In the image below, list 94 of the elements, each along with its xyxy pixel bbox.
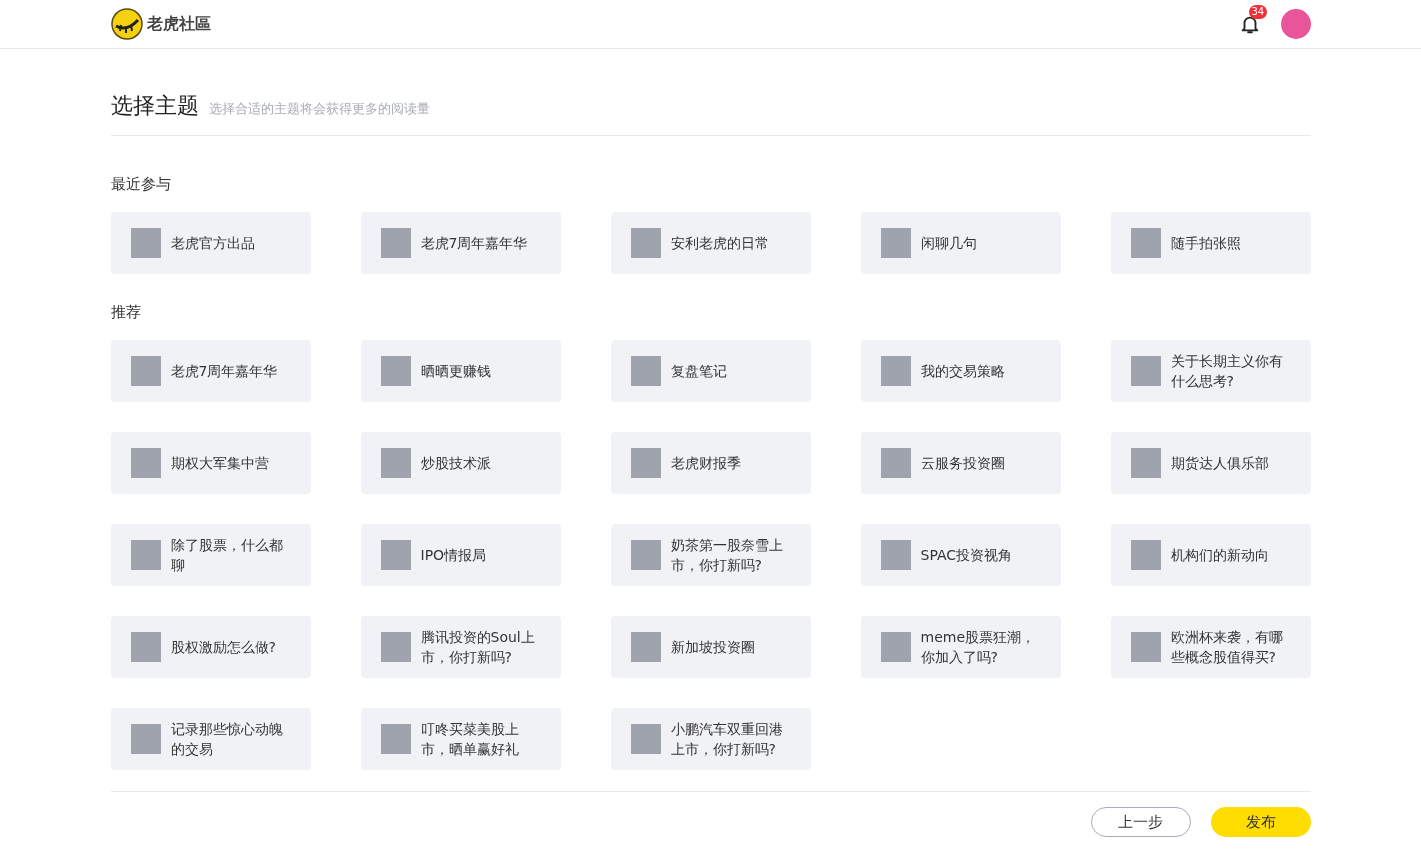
- topic-card[interactable]: 老虎7周年嘉年华: [360, 212, 561, 274]
- photo-placeholder: [380, 540, 411, 570]
- topic-name: 关于长期主义你有什么思考?: [1170, 352, 1284, 391]
- photo-placeholder: [880, 448, 911, 478]
- notification-badge: 34: [1248, 5, 1268, 19]
- topic-name: 老虎7周年嘉年华: [420, 234, 528, 253]
- topic-card[interactable]: 记录那些惊心动魄的交易: [110, 708, 311, 770]
- topic-name: 闲聊几句: [920, 234, 977, 253]
- logo-text[interactable]: 老虎社區: [146, 13, 211, 35]
- photo-placeholder: [630, 228, 661, 258]
- photo-placeholder: [1130, 632, 1161, 662]
- topic-name: 期货达人俱乐部: [1170, 454, 1269, 473]
- topic-name: 老虎财报季: [670, 454, 741, 473]
- photo-placeholder: [380, 632, 411, 662]
- topic-card[interactable]: 除了股票，什么都聊: [110, 524, 311, 586]
- topic-name: 除了股票，什么都聊: [170, 536, 284, 575]
- topic-card[interactable]: 腾讯投资的Soul上市，你打新吗?: [360, 616, 561, 678]
- topic-name: 新加坡投资圈: [670, 638, 755, 657]
- photo-placeholder: [630, 448, 661, 478]
- topic-card[interactable]: 闲聊几句: [860, 212, 1061, 274]
- photo-placeholder: [130, 228, 161, 258]
- topic-name: 小鹏汽车双重回港上市，你打新吗?: [670, 720, 784, 759]
- photo-placeholder: [1130, 356, 1161, 386]
- topic-card[interactable]: 奶茶第一股奈雪上市，你打新吗?: [610, 524, 811, 586]
- topic-card[interactable]: 我的交易策略: [860, 340, 1061, 402]
- photo-placeholder: [1130, 540, 1161, 570]
- photo-placeholder: [380, 724, 411, 754]
- photo-placeholder: [880, 356, 911, 386]
- topic-card[interactable]: 欧洲杯来袭，有哪些概念股值得买?: [1110, 616, 1311, 678]
- topic-card[interactable]: 关于长期主义你有什么思考?: [1110, 340, 1311, 402]
- topic-name: 复盘笔记: [670, 362, 727, 381]
- topic-name: IPO情报局: [420, 546, 487, 565]
- topic-card[interactable]: 期权大军集中营: [110, 432, 311, 494]
- topic-card[interactable]: 小鹏汽车双重回港上市，你打新吗?: [610, 708, 811, 770]
- photo-placeholder: [630, 540, 661, 570]
- photo-placeholder: [1130, 448, 1161, 478]
- topic-name: 欧洲杯来袭，有哪些概念股值得买?: [1170, 628, 1284, 667]
- topic-card[interactable]: 随手拍张照: [1110, 212, 1311, 274]
- topic-card[interactable]: 期货达人俱乐部: [1110, 432, 1311, 494]
- topic-name: 叮咚买菜美股上市，晒单赢好礼: [420, 720, 520, 759]
- topic-card[interactable]: 晒晒更赚钱: [360, 340, 561, 402]
- topic-card[interactable]: 叮咚买菜美股上市，晒单赢好礼: [360, 708, 561, 770]
- topic-card[interactable]: 老虎官方出品: [110, 212, 311, 274]
- topic-card[interactable]: 炒股技术派: [360, 432, 561, 494]
- photo-placeholder: [880, 228, 911, 258]
- back-button[interactable]: 上一步: [1090, 807, 1191, 837]
- topic-name: 记录那些惊心动魄的交易: [170, 720, 284, 759]
- topic-name: 炒股技术派: [420, 454, 491, 473]
- page-title: 选择主题: [110, 92, 199, 120]
- publish-button[interactable]: 发布: [1210, 807, 1311, 837]
- topic-card[interactable]: meme股票狂潮，你加入了吗?: [860, 616, 1061, 678]
- topic-name: 随手拍张照: [1170, 234, 1241, 253]
- topic-card[interactable]: 新加坡投资圈: [610, 616, 811, 678]
- photo-placeholder: [380, 356, 411, 386]
- topic-name: 云服务投资圈: [920, 454, 1005, 473]
- photo-placeholder: [380, 228, 411, 258]
- photo-placeholder: [130, 448, 161, 478]
- topic-card[interactable]: 股权激励怎么做?: [110, 616, 311, 678]
- photo-placeholder: [380, 448, 411, 478]
- topic-name: 股权激励怎么做?: [170, 638, 276, 657]
- topic-card[interactable]: 机构们的新动向: [1110, 524, 1311, 586]
- photo-placeholder: [130, 356, 161, 386]
- section-title: 推荐: [110, 304, 142, 320]
- photo-placeholder: [130, 724, 161, 754]
- topic-card[interactable]: 复盘笔记: [610, 340, 811, 402]
- topic-name: 老虎官方出品: [170, 234, 255, 253]
- topic-card[interactable]: 安利老虎的日常: [610, 212, 811, 274]
- topic-name: 安利老虎的日常: [670, 234, 769, 253]
- topic-name: 奶茶第一股奈雪上市，你打新吗?: [670, 536, 784, 575]
- topic-name: SPAC投资视角: [920, 546, 1013, 565]
- topic-name: 老虎7周年嘉年华: [170, 362, 278, 381]
- topic-card[interactable]: 老虎7周年嘉年华: [110, 340, 311, 402]
- section-title: 最近参与: [110, 176, 172, 192]
- topic-card[interactable]: IPO情报局: [360, 524, 561, 586]
- avatar[interactable]: [1280, 9, 1311, 39]
- photo-placeholder: [630, 632, 661, 662]
- photo-placeholder: [630, 356, 661, 386]
- photo-placeholder: [880, 540, 911, 570]
- photo-placeholder: [880, 632, 911, 662]
- topic-name: 期权大军集中营: [170, 454, 269, 473]
- topic-card[interactable]: 云服务投资圈: [860, 432, 1061, 494]
- page-subtitle: 选择合适的主题将会获得更多的阅读量: [208, 100, 430, 118]
- topic-name: 腾讯投资的Soul上市，你打新吗?: [420, 628, 536, 667]
- topic-name: meme股票狂潮，你加入了吗?: [920, 628, 1036, 667]
- topic-card[interactable]: 老虎财报季: [610, 432, 811, 494]
- tiger-logo-icon[interactable]: [110, 8, 143, 40]
- photo-placeholder: [130, 632, 161, 662]
- photo-placeholder: [1130, 228, 1161, 258]
- topic-name: 我的交易策略: [920, 362, 1005, 381]
- photo-placeholder: [130, 540, 161, 570]
- photo-placeholder: [630, 724, 661, 754]
- topic-card[interactable]: SPAC投资视角: [860, 524, 1061, 586]
- topic-name: 晒晒更赚钱: [420, 362, 491, 381]
- topic-name: 机构们的新动向: [1170, 546, 1269, 565]
